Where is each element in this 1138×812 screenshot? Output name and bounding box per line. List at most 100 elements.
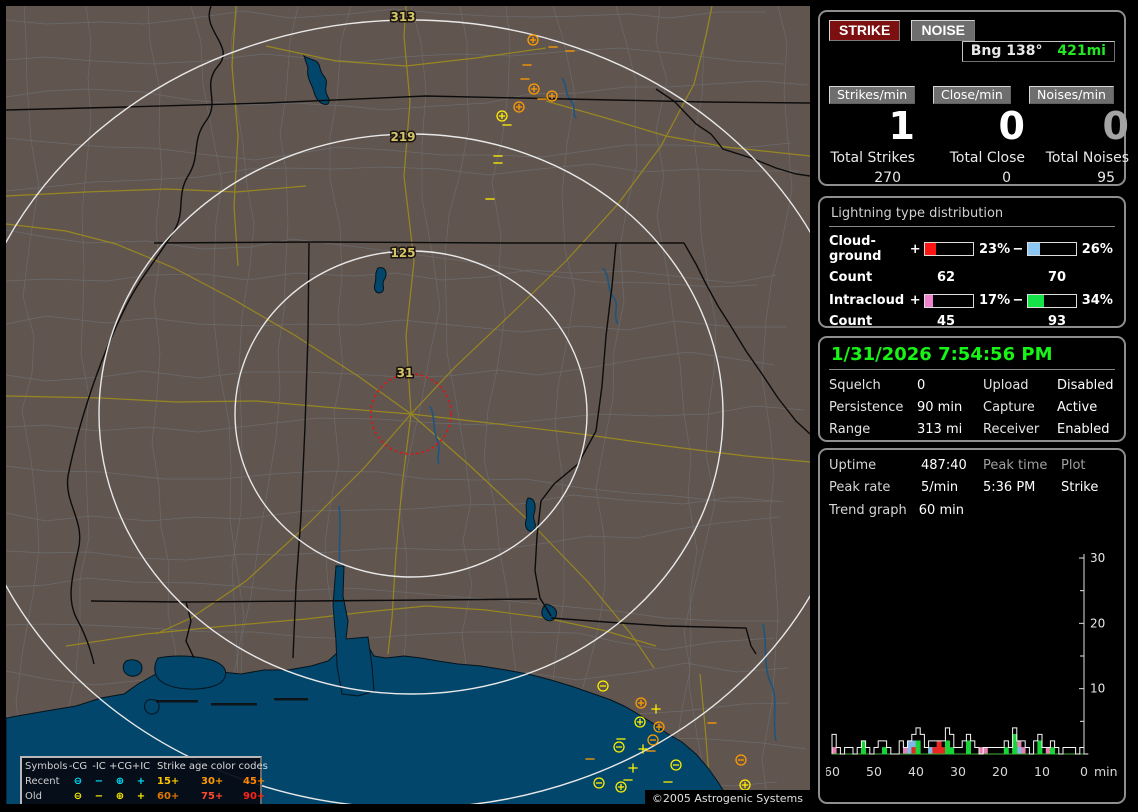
- ic-pos-pct: 17%: [977, 293, 1012, 308]
- radar-map[interactable]: 313 219 125 31 Symbols -CG -IC +CG +IC Rece…: [6, 6, 810, 804]
- squelch-label: Squelch: [829, 378, 917, 393]
- total-close-label: Total Close: [933, 150, 1025, 166]
- trend-y-axis: [1079, 554, 1084, 754]
- peak-rate-label: Peak rate: [829, 480, 921, 495]
- capture-label: Capture: [983, 400, 1057, 415]
- strike-counter-panel: STRIKE NOISE Bng 138° 421mi Strikes/min …: [818, 10, 1126, 186]
- x-tick-30: 30: [950, 764, 966, 779]
- cg-pos-recent-icon: ⊕: [109, 774, 131, 789]
- ic-pos-count: 45: [921, 314, 1031, 329]
- cg-pos-count: 62: [921, 270, 1031, 285]
- y-tick-30: 30: [1090, 551, 1105, 565]
- cg-pos-pct: 23%: [977, 242, 1012, 257]
- x-tick-0: 0: [1080, 764, 1088, 779]
- ic-neg-old-icon: −: [89, 789, 109, 804]
- peak-time-label: Peak time: [983, 458, 1061, 473]
- bearing-readout: Bng 138° 421mi: [962, 41, 1115, 62]
- legend-col-cg-pos: +CG: [109, 759, 131, 774]
- strikes-column: Strikes/min 1 Total Strikes 270: [829, 84, 933, 186]
- cg-neg-recent-icon: ⊖: [67, 774, 89, 789]
- age-15: 15+: [157, 774, 201, 789]
- plot-mode-value: Strike: [1061, 480, 1115, 495]
- range-value: 313 mi: [917, 422, 983, 437]
- cg-neg-old-icon: ⊖: [67, 789, 89, 804]
- x-tick-40: 40: [908, 764, 924, 779]
- ic-neg-bar: [1027, 294, 1077, 308]
- barrier-island: [211, 703, 257, 706]
- legend-recent-label: Recent: [25, 774, 67, 789]
- age-90: 90+: [243, 789, 283, 804]
- uptime-label: Uptime: [829, 458, 921, 473]
- status-panel: 1/31/2026 7:54:56 PM Squelch 0 Upload Di…: [818, 336, 1126, 442]
- strikes-per-min-value: 1: [829, 106, 915, 146]
- minus-sign: −: [1012, 242, 1023, 257]
- age-legend-title: Strike age color codes: [157, 759, 283, 774]
- cloud-ground-row: Cloud-ground + 23% − 26%: [829, 234, 1115, 264]
- close-per-min-chip: Close/min: [933, 86, 1011, 104]
- cg-neg-bar: [1027, 242, 1077, 256]
- cg-neg-count: 70: [1031, 270, 1066, 285]
- x-axis-unit: min: [1094, 764, 1118, 779]
- plus-sign: +: [910, 242, 921, 257]
- session-trend-panel: Uptime 487:40 Peak time Plot Peak rate 5…: [818, 448, 1126, 804]
- copyright-notice: ©2005 Astrogenic Systems: [645, 790, 810, 804]
- legend-col-ic-pos: +IC: [131, 759, 151, 774]
- total-noises-label: Total Noises: [1029, 150, 1129, 166]
- trend-graph-canvas: 1020306050403020100min: [826, 548, 1118, 794]
- plus-sign: +: [910, 293, 921, 308]
- nexstorm-window: { "header": { "strike_label": "STRIKE", …: [0, 0, 1138, 812]
- ic-pos-recent-icon: +: [131, 774, 151, 789]
- x-tick-60: 60: [826, 764, 840, 779]
- legend-col-ic-neg: -IC: [89, 759, 109, 774]
- lake-pontchartrain: [155, 656, 226, 689]
- ring-label-31: 31: [397, 366, 414, 380]
- trend-graph: 1020306050403020100min: [826, 548, 1118, 798]
- map-canvas[interactable]: 313 219 125 31: [6, 6, 810, 804]
- receiver-label: Receiver: [983, 422, 1057, 437]
- noise-mode-button[interactable]: NOISE: [911, 20, 975, 41]
- ic-neg-pct: 34%: [1080, 293, 1115, 308]
- age-legend: Strike age color codes 15+ 30+ 45+ 60+ 7…: [157, 759, 283, 803]
- map-legend: Symbols -CG -IC +CG +IC Recent ⊖ − ⊕ + O…: [20, 756, 262, 804]
- ic-count-label: Count: [829, 314, 921, 329]
- barrier-island: [156, 700, 198, 703]
- upload-label: Upload: [983, 378, 1057, 393]
- age-60: 60+: [157, 789, 201, 804]
- legend-old-label: Old: [25, 789, 67, 804]
- close-per-min-value: 0: [933, 106, 1025, 146]
- settings-grid: Squelch 0 Upload Disabled Persistence 90…: [829, 378, 1115, 437]
- strike-mode-button[interactable]: STRIKE: [829, 20, 900, 41]
- ring-label-313: 313: [390, 10, 415, 24]
- y-tick-10: 10: [1090, 682, 1105, 696]
- x-tick-10: 10: [1034, 764, 1050, 779]
- noises-per-min-chip: Noises/min: [1029, 86, 1114, 104]
- legend-symbols-label: Symbols: [25, 759, 67, 774]
- total-strikes-value: 270: [829, 170, 915, 186]
- cg-neg-pct: 26%: [1080, 242, 1115, 257]
- cg-count-label: Count: [829, 270, 921, 285]
- peak-time-value: 5:36 PM: [983, 480, 1061, 495]
- lightning-distribution-panel: Lightning type distribution Cloud-ground…: [818, 196, 1126, 328]
- peak-rate-value: 5/min: [921, 480, 983, 495]
- session-grid: Uptime 487:40 Peak time Plot Peak rate 5…: [829, 458, 1115, 495]
- ring-label-125: 125: [390, 246, 415, 260]
- total-noises-value: 95: [1029, 170, 1129, 186]
- bearing-value: Bng 138°: [971, 43, 1043, 59]
- squelch-value: 0: [917, 378, 983, 393]
- noises-per-min-value: 0: [1029, 106, 1129, 146]
- range-label: Range: [829, 422, 917, 437]
- capture-status: Active: [1057, 400, 1115, 415]
- ring-label-219: 219: [390, 130, 415, 144]
- rate-counters: Strikes/min 1 Total Strikes 270 Close/mi…: [829, 84, 1115, 186]
- y-tick-20: 20: [1090, 616, 1105, 630]
- symbol-legend: Symbols -CG -IC +CG +IC Recent ⊖ − ⊕ + O…: [25, 759, 151, 803]
- trend-window-value: 60 min: [919, 503, 964, 518]
- minus-sign: −: [1012, 293, 1023, 308]
- ic-pos-old-icon: +: [131, 789, 151, 804]
- ic-pos-bar: [924, 294, 974, 308]
- cg-pos-old-icon: ⊕: [109, 789, 131, 804]
- x-tick-50: 50: [866, 764, 882, 779]
- total-close-value: 0: [933, 170, 1025, 186]
- cloud-ground-counts: Count 62 70: [829, 270, 1115, 285]
- uptime-value: 487:40: [921, 458, 983, 473]
